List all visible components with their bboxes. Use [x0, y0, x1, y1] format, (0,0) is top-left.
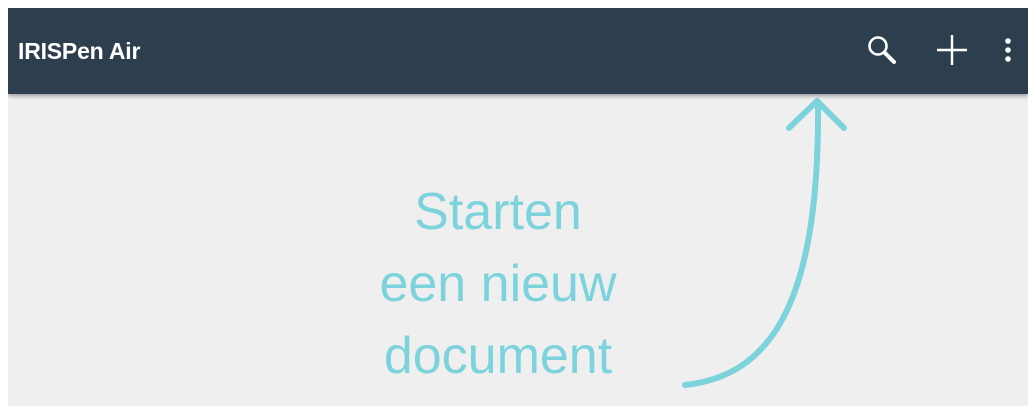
more-vertical-icon: [1005, 38, 1011, 62]
app-title: IRISPen Air: [18, 38, 141, 64]
overflow-menu-button[interactable]: [988, 26, 1028, 74]
new-document-button[interactable]: [928, 26, 976, 74]
app-toolbar: IRISPen Air: [8, 8, 1028, 94]
plus-icon: [937, 35, 967, 65]
search-button[interactable]: [858, 26, 906, 74]
app-screen: IRISPen Air Starten een nieuw document: [8, 8, 1028, 406]
search-icon: [868, 36, 896, 64]
